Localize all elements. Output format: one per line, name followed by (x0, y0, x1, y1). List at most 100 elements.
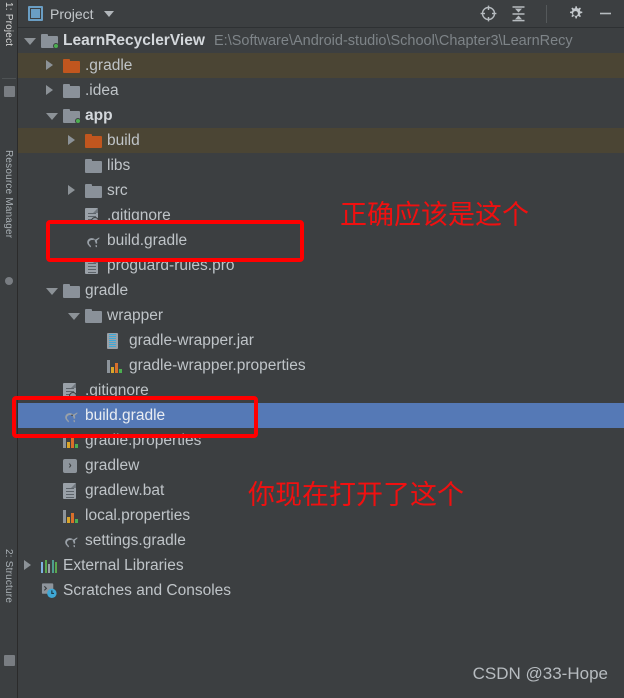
annotation-correct-one: 正确应该是这个 (340, 200, 529, 231)
tree-row-build-gradle[interactable]: build.gradle (18, 403, 624, 428)
gradle-file-icon (63, 532, 80, 549)
scratches-icon (41, 582, 58, 599)
tree-row-gitignore[interactable]: .gitignore (18, 203, 624, 228)
external-libraries-icon (41, 557, 58, 574)
tree-row-scratches-and-consoles[interactable]: Scratches and Consoles (18, 578, 624, 603)
chevron-collapsed-icon[interactable] (68, 135, 75, 145)
folder-icon (63, 82, 80, 99)
project-window-icon (28, 6, 43, 21)
tree-row-gradle[interactable]: .gradle (18, 53, 624, 78)
tree-row-label: .gitignore (85, 381, 149, 399)
vertical-tab-project[interactable]: 1: Project (3, 2, 14, 46)
tree-row-label: libs (107, 156, 131, 174)
folder-icon (63, 282, 80, 299)
properties-file-icon (63, 507, 80, 524)
tree-row-label: LearnRecyclerView (63, 31, 205, 49)
tree-row-label: Scratches and Consoles (63, 581, 232, 599)
tree-row-idea[interactable]: .idea (18, 78, 624, 103)
tree-row-label: gradlew.bat (85, 481, 165, 499)
folder-excluded-icon (85, 132, 102, 149)
tree-row-gitignore[interactable]: .gitignore (18, 378, 624, 403)
folder-icon (85, 182, 102, 199)
android-studio-project-panel: 1: Project Resource Manager 2: Structure… (0, 0, 624, 698)
tree-row-learnrecyclerview[interactable]: LearnRecyclerView E:\Software\Android-stu… (18, 28, 624, 53)
tree-row-label: build.gradle (85, 406, 166, 424)
annotation-currently-open: 你现在打开了这个 (248, 480, 464, 511)
hide-minimize-icon[interactable] (596, 5, 614, 23)
chevron-expanded-icon[interactable] (46, 113, 58, 120)
chevron-expanded-icon[interactable] (46, 288, 58, 295)
tree-row-label: settings.gradle (85, 531, 186, 549)
strip-resource-icon[interactable] (5, 277, 13, 285)
tree-row-label: gradle-wrapper.properties (129, 356, 306, 374)
tree-row-label: build.gradle (107, 231, 188, 249)
tree-row-src[interactable]: src (18, 178, 624, 203)
module-folder-icon (41, 32, 59, 49)
tree-row-app[interactable]: app (18, 103, 624, 128)
tool-window-header: Project (18, 0, 624, 28)
tree-row-settings-gradle[interactable]: settings.gradle (18, 528, 624, 553)
strip-divider (2, 78, 16, 79)
chevron-down-icon[interactable] (103, 10, 114, 17)
collapse-all-icon[interactable] (509, 5, 527, 23)
tree-row-label: gradle (85, 281, 129, 299)
properties-file-icon (63, 432, 80, 449)
tree-row-gradle-wrapper-jar[interactable]: gradle-wrapper.jar (18, 328, 624, 353)
header-divider (546, 4, 547, 23)
tree-row-label: gradle.properties (85, 431, 202, 449)
tree-row-gradle-wrapper-properties[interactable]: gradle-wrapper.properties (18, 353, 624, 378)
tree-row-external-libraries[interactable]: External Libraries (18, 553, 624, 578)
tree-row-wrapper[interactable]: wrapper (18, 303, 624, 328)
tree-row-label: local.properties (85, 506, 191, 524)
watermark-text: CSDN @33-Hope (472, 664, 608, 683)
jar-file-icon (107, 332, 124, 349)
tree-row-label: .idea (85, 81, 119, 99)
strip-project-icon[interactable] (4, 86, 15, 97)
tree-row-proguard-rules-pro[interactable]: proguard-rules.pro (18, 253, 624, 278)
project-path-hint: E:\Software\Android-studio\School\Chapte… (214, 32, 573, 49)
shell-script-file-icon: › (63, 457, 80, 474)
tool-window-strip: 1: Project Resource Manager 2: Structure (0, 0, 18, 698)
chevron-expanded-icon[interactable] (24, 38, 36, 45)
chevron-collapsed-icon[interactable] (24, 560, 31, 570)
strip-structure-icon[interactable] (4, 655, 15, 666)
vertical-tab-structure[interactable]: 2: Structure (3, 549, 14, 603)
chevron-expanded-icon[interactable] (68, 313, 80, 320)
chevron-collapsed-icon[interactable] (68, 185, 75, 195)
gradle-file-icon (63, 407, 80, 424)
gradle-file-icon (85, 232, 102, 249)
page-title: Project (50, 5, 94, 22)
project-title-group[interactable]: Project (18, 6, 114, 22)
chevron-collapsed-icon[interactable] (46, 85, 53, 95)
tree-row-label: build (107, 131, 140, 149)
tree-row-build[interactable]: build (18, 128, 624, 153)
properties-file-icon (107, 357, 124, 374)
settings-gear-icon[interactable] (566, 5, 584, 23)
folder-excluded-icon (63, 57, 80, 74)
text-file-icon (63, 482, 80, 499)
tree-row-label: src (107, 181, 128, 199)
folder-icon (85, 157, 102, 174)
tree-row-label: gradlew (85, 456, 140, 474)
module-folder-icon (63, 107, 81, 124)
tree-row-gradle[interactable]: gradle (18, 278, 624, 303)
gitignore-file-icon (63, 382, 80, 400)
tree-row-gradle-properties[interactable]: gradle.properties (18, 428, 624, 453)
tree-row-label: .gitignore (107, 206, 171, 224)
tree-row-label: External Libraries (63, 556, 184, 574)
tree-row-label: proguard-rules.pro (107, 256, 235, 274)
text-file-icon (85, 257, 102, 274)
select-opened-file-icon[interactable] (479, 5, 497, 23)
header-actions (479, 4, 624, 23)
chevron-collapsed-icon[interactable] (46, 60, 53, 70)
tree-row-label: wrapper (107, 306, 163, 324)
folder-icon (85, 307, 102, 324)
tree-row-label: gradle-wrapper.jar (129, 331, 254, 349)
vertical-tab-resource-manager[interactable]: Resource Manager (3, 150, 14, 238)
project-tree[interactable]: LearnRecyclerView E:\Software\Android-stu… (18, 28, 624, 698)
tree-row-libs[interactable]: libs (18, 153, 624, 178)
gitignore-file-icon (85, 207, 102, 225)
tree-row-build-gradle[interactable]: build.gradle (18, 228, 624, 253)
tree-row-label: .gradle (85, 56, 133, 74)
tree-row-label: app (85, 106, 113, 124)
